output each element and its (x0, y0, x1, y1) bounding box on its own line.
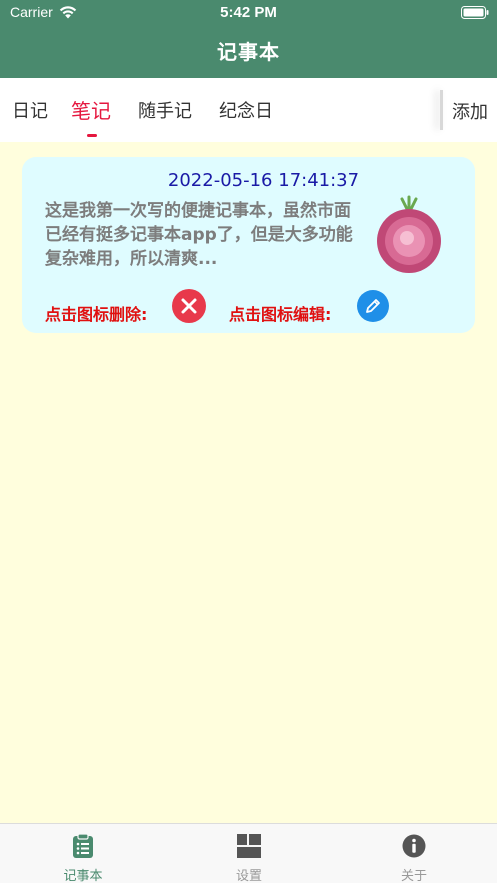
tab-notes[interactable]: 笔记 (71, 95, 111, 124)
status-time: 5:42 PM (220, 4, 277, 21)
note-card[interactable]: 2022-05-16 17:41:37 这是我第一次写的便捷记事本，虽然市面已经… (22, 157, 475, 333)
pencil-icon (366, 299, 380, 313)
bottom-tab-label: 设置 (235, 869, 262, 883)
delete-button[interactable] (172, 289, 206, 323)
tab-diary[interactable]: 日记 (12, 97, 48, 123)
onion-icon (377, 195, 441, 273)
battery-icon (461, 6, 489, 19)
add-button[interactable]: 添加 (452, 98, 488, 124)
close-icon (181, 298, 197, 314)
bottom-tab-label: 记事本 (63, 869, 103, 883)
active-tab-indicator (87, 134, 97, 137)
grid-icon (237, 834, 261, 858)
tab-anniversary[interactable]: 纪念日 (219, 97, 273, 123)
page-title: 记事本 (217, 40, 280, 64)
bottom-tab-label: 关于 (400, 869, 427, 883)
delete-hint-label: 点击图标删除: (45, 305, 148, 324)
info-icon (402, 834, 426, 858)
bottom-tab-settings[interactable]: 设置 (166, 824, 332, 883)
note-datetime: 2022-05-16 17:41:37 (167, 170, 360, 191)
clipboard-icon (73, 833, 93, 858)
note-preview: 这是我第一次写的便捷记事本，虽然市面已经有挺多记事本app了，但是大多功能复杂难… (45, 201, 353, 269)
edit-button[interactable] (357, 290, 389, 322)
category-tabs: 日记 笔记 随手记 纪念日 添加 (0, 78, 497, 142)
tab-quick-notes[interactable]: 随手记 (138, 97, 192, 123)
bottom-tab-notebook[interactable]: 记事本 (0, 824, 166, 883)
tab-divider (440, 90, 443, 130)
edit-hint-label: 点击图标编辑: (229, 305, 332, 324)
app-header: Carrier 5:42 PM 记事本 (0, 0, 497, 78)
bottom-tab-bar: 记事本 设置 关于 (0, 823, 497, 883)
bottom-tab-about[interactable]: 关于 (331, 824, 497, 883)
status-bar: Carrier 5:42 PM (0, 0, 497, 26)
